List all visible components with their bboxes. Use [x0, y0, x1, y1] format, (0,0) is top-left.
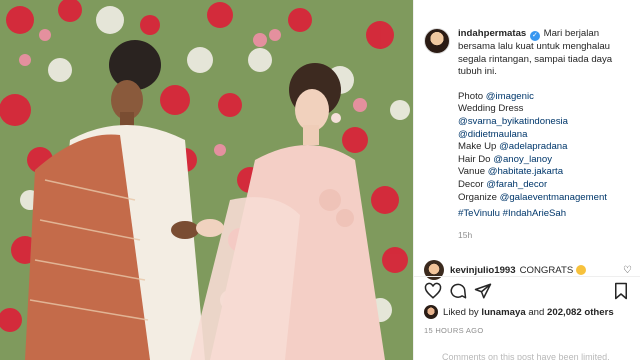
action-bar: [424, 282, 630, 302]
comment-icon[interactable]: [449, 282, 467, 300]
commenter-username[interactable]: kevinjulio1993: [450, 265, 516, 276]
mention-link[interactable]: @didietmaulana: [458, 129, 527, 140]
credit-line: Hair Do @anoy_lanoy: [458, 153, 553, 165]
mention-link[interactable]: @imagenic: [486, 91, 534, 102]
credit-line: @didietmaulana: [458, 129, 632, 142]
author-username[interactable]: indahpermatas: [458, 28, 526, 39]
credit-line: @svarna_byikatindonesia: [458, 116, 632, 129]
divider: [414, 276, 640, 277]
comment-text: CONGRATS: [519, 264, 574, 276]
comment-like-icon[interactable]: ♡: [623, 265, 632, 276]
mention-link[interactable]: @anoy_lanoy: [493, 154, 552, 165]
post-photo[interactable]: [0, 0, 413, 360]
credit-line: Make Up @adelapradana: [458, 141, 568, 153]
credit-line: Decor @farah_decor: [458, 178, 548, 190]
credit-line: Photo @imagenic: [458, 90, 534, 102]
mention-link[interactable]: @galaeventmanagement: [500, 192, 607, 203]
credit-line: Vanue @habitate.jakarta: [458, 166, 564, 178]
comments-limited-notice: Comments on this post have been limited.: [442, 352, 610, 360]
hashtags[interactable]: #TeVinulu #IndahArieSah: [458, 208, 632, 221]
emoji-icon: [576, 265, 587, 275]
verified-icon: ✓: [529, 31, 540, 41]
likes-row: Liked by lunamaya and 202,082 others: [424, 305, 614, 319]
bookmark-icon[interactable]: [612, 282, 630, 300]
wedding-photo-illustration: [0, 0, 413, 360]
author-avatar[interactable]: [424, 28, 450, 54]
mention-link[interactable]: @adelapradana: [499, 141, 567, 152]
liker-avatar[interactable]: [424, 305, 438, 319]
credit-line: Organize @galaeventmanagement: [458, 191, 607, 203]
mention-link[interactable]: @svarna_byikatindonesia: [458, 116, 568, 127]
comment-row: kevinjulio1993 CONGRATS ♡: [424, 260, 632, 280]
mention-link[interactable]: @habitate.jakarta: [488, 166, 563, 177]
post-timestamp: 15 HOURS AGO: [424, 326, 484, 335]
share-icon[interactable]: [474, 282, 492, 300]
liker-username[interactable]: lunamaya: [481, 307, 525, 318]
credit-line: Wedding Dress: [458, 103, 524, 115]
mention-link[interactable]: @farah_decor: [486, 179, 547, 190]
caption: indahpermatas ✓ Mari berjalan bersama la…: [458, 28, 632, 241]
likes-count[interactable]: 202,082 others: [547, 307, 614, 318]
post-side-panel: indahpermatas ✓ Mari berjalan bersama la…: [413, 0, 640, 360]
caption-row: indahpermatas ✓ Mari berjalan bersama la…: [424, 28, 632, 241]
commenter-avatar[interactable]: [424, 260, 444, 280]
heart-icon[interactable]: [424, 282, 442, 300]
caption-age: 15h: [458, 229, 473, 240]
